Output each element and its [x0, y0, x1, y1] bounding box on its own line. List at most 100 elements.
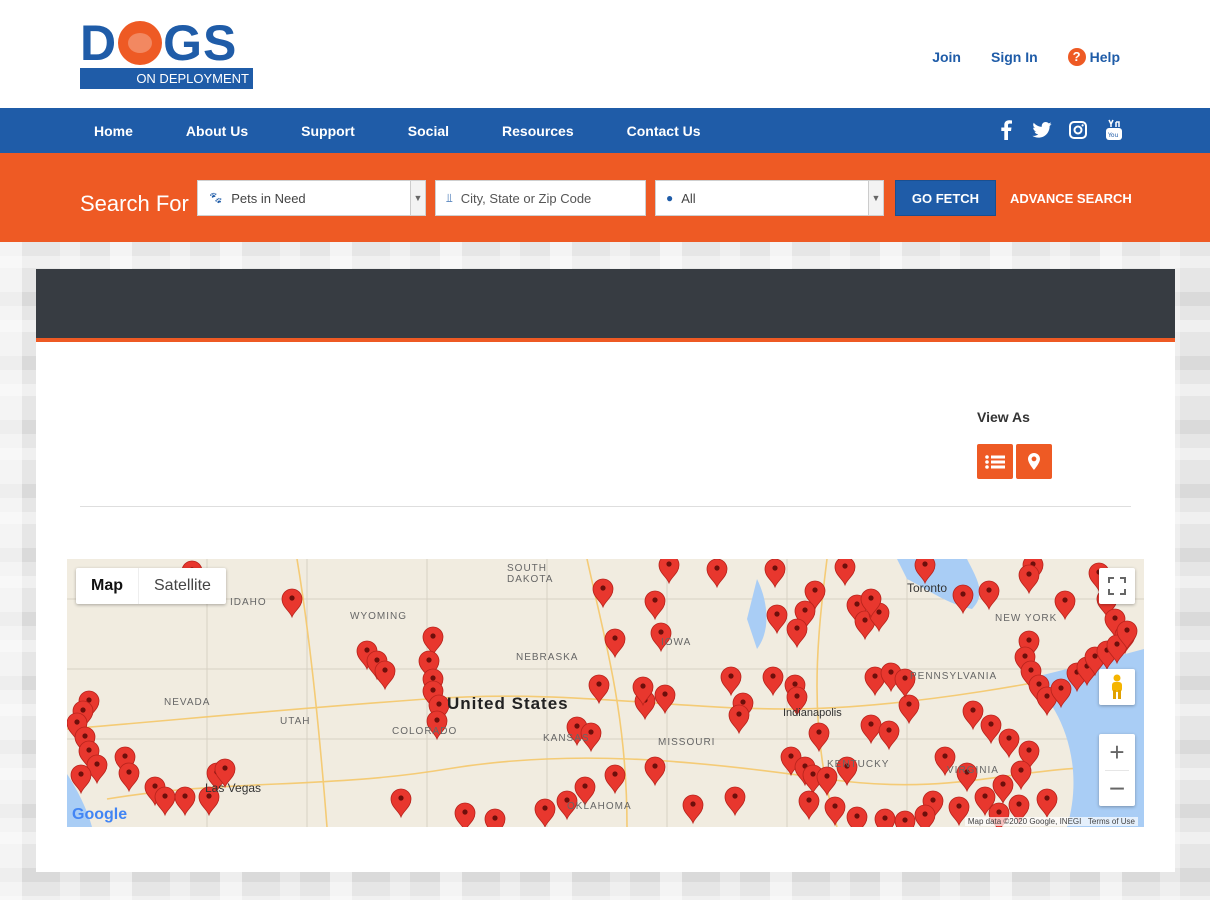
map-pin-icon[interactable] [798, 790, 820, 821]
nav-support[interactable]: Support [301, 123, 355, 139]
map-label-kentucky: KENTUCKY [827, 759, 890, 770]
sign-in-link[interactable]: Sign In [991, 49, 1038, 65]
map-pin-icon[interactable] [874, 808, 896, 827]
map-pin-icon[interactable] [390, 788, 412, 819]
fullscreen-button[interactable] [1099, 568, 1135, 604]
results-map[interactable]: SOUTH DAKOTA WYOMING NEBRASKA NEVADA UTAH… [67, 559, 1144, 827]
chevron-down-icon: ▼ [410, 181, 425, 215]
pegman-icon [1112, 674, 1122, 699]
nav-home[interactable]: Home [94, 123, 133, 139]
map-label-new-york: NEW YORK [995, 613, 1058, 624]
map-label-iowa: IOWA [661, 637, 692, 648]
map-type-control: Map Satellite [76, 568, 226, 604]
map-pin-icon[interactable] [978, 580, 1000, 611]
map-pin-icon[interactable] [764, 559, 786, 589]
map-pin-icon[interactable] [724, 786, 746, 817]
map-label-colorado: COLORADO [392, 726, 458, 737]
zoom-out-button[interactable]: − [1109, 771, 1125, 806]
map-pin-icon[interactable] [422, 626, 444, 657]
map-pin-icon[interactable] [592, 578, 614, 609]
map-pin-icon[interactable] [898, 694, 920, 725]
map-pin-icon[interactable] [992, 774, 1014, 805]
map-type-map-button[interactable]: Map [76, 568, 138, 604]
join-link[interactable]: Join [932, 49, 961, 65]
nav-social[interactable]: Social [408, 123, 449, 139]
filter-value: All [681, 190, 696, 206]
youtube-icon[interactable]: You [1104, 119, 1124, 141]
help-link[interactable]: ? Help [1067, 48, 1120, 66]
map-label-wyoming: WYOMING [350, 611, 407, 622]
map-pin-icon[interactable] [878, 720, 900, 751]
list-icon [985, 454, 1005, 469]
nav-about-us[interactable]: About Us [186, 123, 248, 139]
category-value: Pets in Need [231, 190, 306, 206]
go-fetch-button[interactable]: GO FETCH [895, 180, 996, 216]
map-pin-icon[interactable] [962, 700, 984, 731]
map-label-nevada: NEVADA [164, 697, 211, 708]
map-pin-icon[interactable] [762, 666, 784, 697]
map-pin-icon[interactable] [604, 764, 626, 795]
map-pin-icon[interactable] [484, 808, 506, 827]
map-pin-icon[interactable] [534, 798, 556, 827]
map-label-idaho: IDAHO [230, 597, 267, 608]
site-logo[interactable]: D GS ON DEPLOYMENT [80, 18, 255, 90]
map-pin-icon[interactable] [834, 559, 856, 587]
map-label-las-vegas: Las Vegas [205, 781, 262, 795]
map-pin-icon[interactable] [786, 618, 808, 649]
map-pin-icon[interactable] [154, 786, 176, 817]
map-pin-icon[interactable] [1018, 564, 1040, 595]
logo-wordmark: D GS [80, 15, 238, 71]
map-pin-icon[interactable] [454, 802, 476, 827]
map-attribution: Map data ©2020 Google, INEGI Terms of Us… [964, 817, 1138, 826]
map-pin-icon[interactable] [998, 728, 1020, 759]
main-nav: Home About Us Support Social Resources C… [0, 108, 1210, 153]
map-label-nebraska: NEBRASKA [516, 652, 579, 663]
twitter-icon[interactable] [1032, 119, 1052, 141]
map-pin-icon[interactable] [766, 604, 788, 635]
map-pin-icon[interactable] [894, 810, 916, 827]
list-view-button[interactable] [977, 444, 1013, 479]
map-pin-icon[interactable] [816, 766, 838, 797]
location-placeholder: City, State or Zip Code [460, 190, 592, 206]
map-pin-icon[interactable] [118, 762, 140, 793]
map-label-virginia: VIRGINIA [947, 765, 999, 776]
search-bar: Search For 🐾︎ Pets in Need ▼ ⫫ City, Sta… [0, 153, 1210, 242]
map-pin-icon[interactable] [1054, 590, 1076, 621]
map-view-button[interactable] [1016, 444, 1052, 479]
map-pin-icon[interactable] [374, 660, 396, 691]
map-label-missouri: MISSOURI [658, 737, 716, 748]
map-pin-icon[interactable] [808, 722, 830, 753]
map-pin-icon[interactable] [644, 590, 666, 621]
nav-resources[interactable]: Resources [502, 123, 574, 139]
map-pin-icon[interactable] [846, 806, 868, 827]
instagram-icon[interactable] [1068, 119, 1088, 141]
nav-contact-us[interactable]: Contact Us [627, 123, 701, 139]
map-pin-icon[interactable] [654, 684, 676, 715]
map-pin-icon[interactable] [658, 559, 680, 585]
map-pin-icon[interactable] [644, 756, 666, 787]
map-pin-icon[interactable] [824, 796, 846, 827]
category-select[interactable]: 🐾︎ Pets in Need ▼ [197, 180, 426, 216]
account-links: Join Sign In ? Help [932, 48, 1120, 66]
map-pin-icon[interactable] [728, 704, 750, 735]
map-pin-icon[interactable] [281, 588, 303, 619]
map-label-south-dakota: SOUTH DAKOTA [507, 563, 554, 585]
map-pin-icon[interactable] [1010, 760, 1032, 791]
map-type-satellite-button[interactable]: Satellite [138, 568, 226, 604]
street-view-button[interactable] [1099, 669, 1135, 705]
map-pin-icon[interactable] [174, 786, 196, 817]
advance-search-link[interactable]: ADVANCE SEARCH [1010, 191, 1132, 206]
terms-of-use-link[interactable]: Terms of Use [1088, 817, 1135, 826]
google-logo: Google [72, 806, 128, 823]
map-pin-icon[interactable] [720, 666, 742, 697]
map-pin-icon[interactable] [1036, 788, 1058, 819]
map-pin-icon[interactable] [914, 804, 936, 827]
map-pin-icon[interactable] [706, 559, 728, 589]
map-pin-icon[interactable] [682, 794, 704, 825]
filter-select[interactable]: ● All ▼ [655, 180, 884, 216]
map-pin-icon[interactable] [952, 584, 974, 615]
facebook-icon[interactable] [996, 119, 1016, 141]
location-input[interactable]: ⫫ City, State or Zip Code [435, 180, 646, 216]
zoom-in-button[interactable]: + [1109, 734, 1124, 770]
fullscreen-icon [1108, 577, 1126, 595]
